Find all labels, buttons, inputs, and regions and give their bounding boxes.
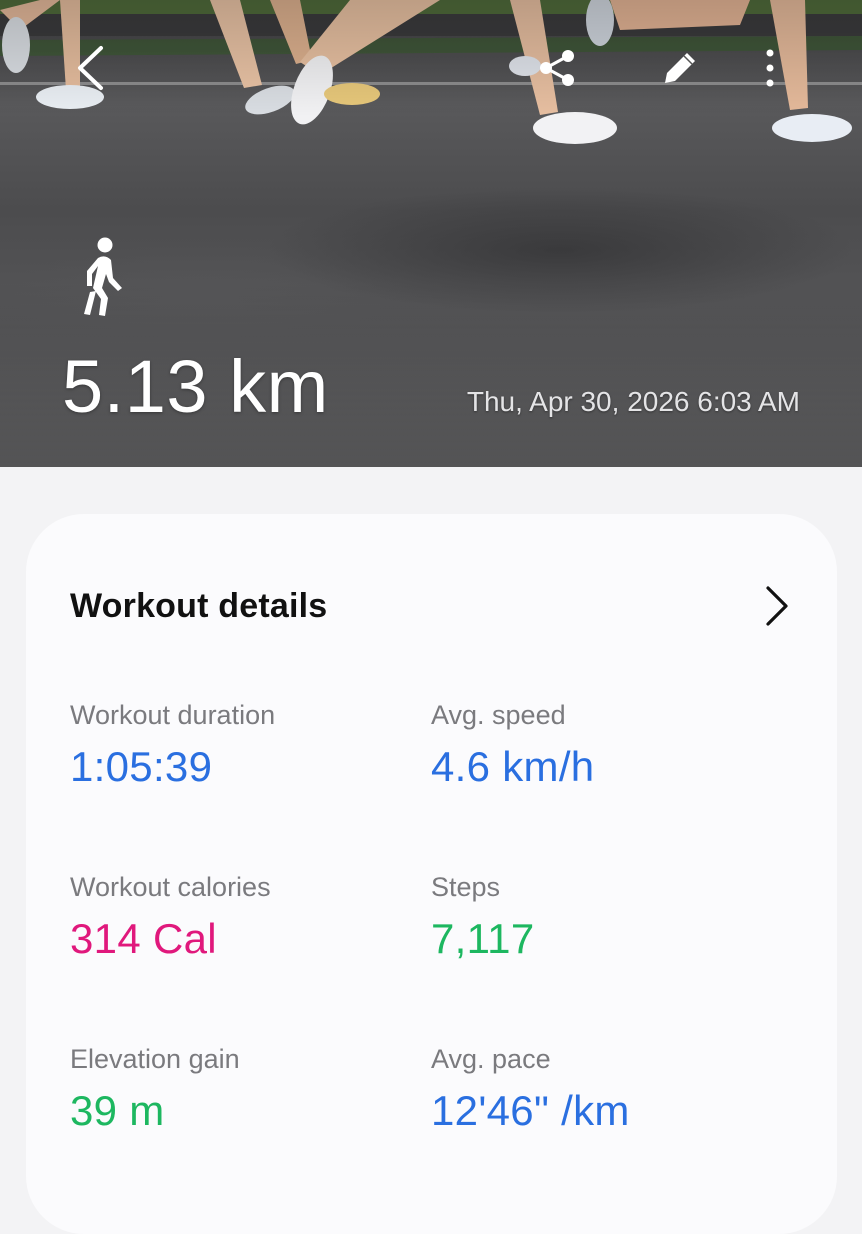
stat-value: 314 Cal bbox=[70, 915, 217, 962]
stat-workout-duration: Workout duration 1:05:39 bbox=[70, 700, 275, 791]
stat-label: Workout duration bbox=[70, 700, 276, 730]
chevron-right-icon[interactable] bbox=[757, 584, 797, 628]
stat-label: Steps bbox=[431, 872, 501, 902]
distance-value: 5.13 km bbox=[62, 345, 329, 428]
stat-elevation-gain: Elevation gain 39 m bbox=[70, 1044, 240, 1135]
back-button[interactable] bbox=[62, 40, 118, 96]
workout-details-header[interactable]: Workout details bbox=[70, 584, 797, 628]
edit-icon bbox=[665, 53, 695, 83]
edit-button[interactable] bbox=[652, 40, 708, 96]
back-icon bbox=[78, 46, 103, 90]
card-title: Workout details bbox=[70, 586, 328, 625]
hero-banner: 5.13 km Thu, Apr 30, 2026 6:03 AM bbox=[0, 0, 862, 467]
stat-label: Avg. pace bbox=[431, 1044, 551, 1074]
stat-avg-speed: Avg. speed 4.6 km/h bbox=[431, 700, 594, 791]
walking-person-icon bbox=[84, 237, 122, 316]
share-button[interactable] bbox=[530, 40, 586, 96]
stat-value: 12'46" /km bbox=[431, 1087, 630, 1134]
stat-label: Elevation gain bbox=[70, 1044, 240, 1074]
stat-avg-pace: Avg. pace 12'46" /km bbox=[431, 1044, 630, 1135]
share-icon bbox=[540, 50, 574, 86]
stat-steps: Steps 7,117 bbox=[431, 872, 535, 963]
more-options-button[interactable] bbox=[742, 40, 798, 96]
stat-value: 1:05:39 bbox=[70, 743, 213, 790]
stat-value: 7,117 bbox=[431, 915, 535, 962]
workout-date-time: Thu, Apr 30, 2026 6:03 AM bbox=[466, 386, 800, 417]
stat-label: Workout calories bbox=[70, 872, 271, 902]
more-vert-icon bbox=[766, 49, 774, 87]
stat-value: 39 m bbox=[70, 1087, 165, 1134]
stat-workout-calories: Workout calories 314 Cal bbox=[70, 872, 271, 963]
stat-value: 4.6 km/h bbox=[431, 743, 595, 790]
stat-label: Avg. speed bbox=[431, 700, 566, 730]
workout-details-card: Workout details Workout duration 1:05:39… bbox=[26, 514, 837, 1234]
